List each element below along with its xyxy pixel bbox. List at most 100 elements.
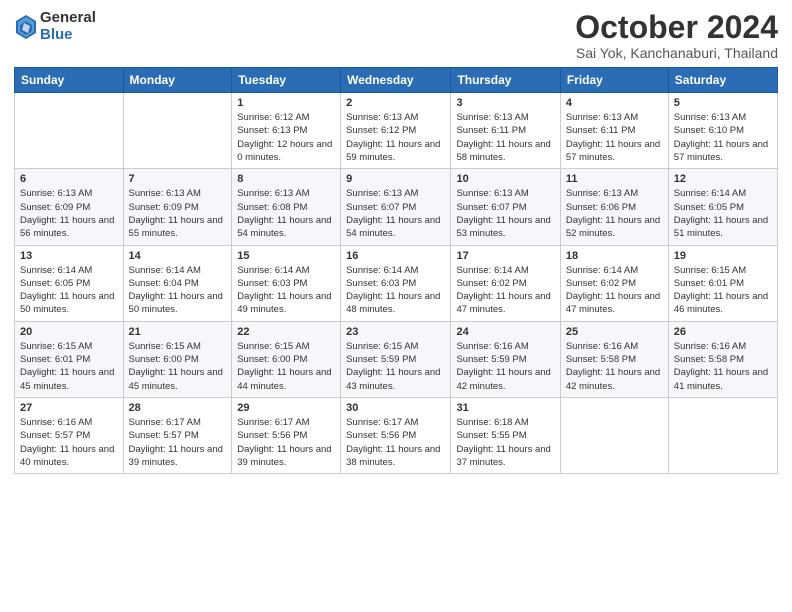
day-number: 7 <box>129 173 227 185</box>
day-info: Sunrise: 6:17 AMSunset: 5:56 PMDaylight:… <box>346 416 445 469</box>
weekday-header-row: Sunday Monday Tuesday Wednesday Thursday… <box>15 68 778 93</box>
day-number: 14 <box>129 250 227 262</box>
day-info: Sunrise: 6:13 AMSunset: 6:12 PMDaylight:… <box>346 111 445 164</box>
table-row: 6Sunrise: 6:13 AMSunset: 6:09 PMDaylight… <box>15 169 124 245</box>
table-row <box>560 397 668 473</box>
day-info: Sunrise: 6:15 AMSunset: 6:01 PMDaylight:… <box>20 340 118 393</box>
day-number: 2 <box>346 97 445 109</box>
logo-icon <box>14 13 38 41</box>
day-number: 3 <box>456 97 554 109</box>
table-row: 31Sunrise: 6:18 AMSunset: 5:55 PMDayligh… <box>451 397 560 473</box>
day-info: Sunrise: 6:13 AMSunset: 6:06 PMDaylight:… <box>566 187 663 240</box>
month-title: October 2024 <box>575 10 778 45</box>
table-row: 10 Sunrise: 6:13 AMSunset: 6:07 PMDayligh… <box>451 169 560 245</box>
day-number: 9 <box>346 173 445 185</box>
day-number: 22 <box>237 326 335 338</box>
logo-general: General <box>40 10 96 27</box>
day-number: 12 <box>674 173 772 185</box>
day-info: Sunrise: 6:13 AMSunset: 6:08 PMDaylight:… <box>237 187 335 240</box>
day-number: 30 <box>346 402 445 414</box>
day-info: Sunrise: 6:15 AMSunset: 6:00 PMDaylight:… <box>237 340 335 393</box>
day-info: Sunrise: 6:13 AMSunset: 6:11 PMDaylight:… <box>456 111 554 164</box>
col-wednesday: Wednesday <box>341 68 451 93</box>
day-number: 10 <box>456 173 554 185</box>
col-monday: Monday <box>123 68 232 93</box>
table-row: 27Sunrise: 6:16 AMSunset: 5:57 PMDayligh… <box>15 397 124 473</box>
table-row: 15 Sunrise: 6:14 AMSunset: 6:03 PMDayligh… <box>232 245 341 321</box>
table-row: 25 Sunrise: 6:16 AMSunset: 5:58 PMDayligh… <box>560 321 668 397</box>
day-number: 25 <box>566 326 663 338</box>
day-number: 18 <box>566 250 663 262</box>
table-row: 29Sunrise: 6:17 AMSunset: 5:56 PMDayligh… <box>232 397 341 473</box>
table-row: 24 Sunrise: 6:16 AMSunset: 5:59 PMDayligh… <box>451 321 560 397</box>
logo-blue: Blue <box>40 27 96 44</box>
table-row: 18 Sunrise: 6:14 AMSunset: 6:02 PMDayligh… <box>560 245 668 321</box>
day-info: Sunrise: 6:13 AMSunset: 6:07 PMDaylight:… <box>456 187 554 240</box>
table-row: 20 Sunrise: 6:15 AMSunset: 6:01 PMDayligh… <box>15 321 124 397</box>
day-number: 28 <box>129 402 227 414</box>
day-info: Sunrise: 6:17 AMSunset: 5:57 PMDaylight:… <box>129 416 227 469</box>
logo-text: General Blue <box>40 10 96 43</box>
day-info: Sunrise: 6:15 AMSunset: 6:00 PMDaylight:… <box>129 340 227 393</box>
calendar-table: Sunday Monday Tuesday Wednesday Thursday… <box>14 67 778 474</box>
day-info: Sunrise: 6:14 AMSunset: 6:02 PMDaylight:… <box>456 264 554 317</box>
day-info: Sunrise: 6:14 AMSunset: 6:02 PMDaylight:… <box>566 264 663 317</box>
table-row <box>15 93 124 169</box>
day-number: 4 <box>566 97 663 109</box>
day-info: Sunrise: 6:14 AMSunset: 6:04 PMDaylight:… <box>129 264 227 317</box>
table-row: 26 Sunrise: 6:16 AMSunset: 5:58 PMDayligh… <box>668 321 777 397</box>
day-number: 20 <box>20 326 118 338</box>
table-row <box>123 93 232 169</box>
table-row: 14 Sunrise: 6:14 AMSunset: 6:04 PMDayligh… <box>123 245 232 321</box>
table-row: 4 Sunrise: 6:13 AMSunset: 6:11 PMDaylight… <box>560 93 668 169</box>
table-row: 2 Sunrise: 6:13 AMSunset: 6:12 PMDaylight… <box>341 93 451 169</box>
day-info: Sunrise: 6:16 AMSunset: 5:58 PMDaylight:… <box>674 340 772 393</box>
day-info: Sunrise: 6:15 AMSunset: 5:59 PMDaylight:… <box>346 340 445 393</box>
day-number: 16 <box>346 250 445 262</box>
table-row: 13Sunrise: 6:14 AMSunset: 6:05 PMDayligh… <box>15 245 124 321</box>
day-info: Sunrise: 6:16 AMSunset: 5:58 PMDaylight:… <box>566 340 663 393</box>
page-header: General Blue October 2024 Sai Yok, Kanch… <box>14 10 778 61</box>
title-block: October 2024 Sai Yok, Kanchanaburi, Thai… <box>575 10 778 61</box>
day-number: 27 <box>20 402 118 414</box>
day-info: Sunrise: 6:13 AMSunset: 6:11 PMDaylight:… <box>566 111 663 164</box>
location: Sai Yok, Kanchanaburi, Thailand <box>575 45 778 61</box>
day-info: Sunrise: 6:17 AMSunset: 5:56 PMDaylight:… <box>237 416 335 469</box>
table-row: 19 Sunrise: 6:15 AMSunset: 6:01 PMDayligh… <box>668 245 777 321</box>
day-number: 15 <box>237 250 335 262</box>
day-info: Sunrise: 6:13 AMSunset: 6:10 PMDaylight:… <box>674 111 772 164</box>
day-number: 24 <box>456 326 554 338</box>
col-sunday: Sunday <box>15 68 124 93</box>
day-number: 5 <box>674 97 772 109</box>
table-row: 7 Sunrise: 6:13 AMSunset: 6:09 PMDaylight… <box>123 169 232 245</box>
col-saturday: Saturday <box>668 68 777 93</box>
day-info: Sunrise: 6:13 AMSunset: 6:07 PMDaylight:… <box>346 187 445 240</box>
day-info: Sunrise: 6:14 AMSunset: 6:03 PMDaylight:… <box>346 264 445 317</box>
col-tuesday: Tuesday <box>232 68 341 93</box>
table-row: 23 Sunrise: 6:15 AMSunset: 5:59 PMDayligh… <box>341 321 451 397</box>
day-number: 31 <box>456 402 554 414</box>
day-number: 6 <box>20 173 118 185</box>
table-row: 1 Sunrise: 6:12 AMSunset: 6:13 PMDaylight… <box>232 93 341 169</box>
table-row: 17Sunrise: 6:14 AMSunset: 6:02 PMDayligh… <box>451 245 560 321</box>
day-number: 26 <box>674 326 772 338</box>
table-row: 21 Sunrise: 6:15 AMSunset: 6:00 PMDayligh… <box>123 321 232 397</box>
day-number: 8 <box>237 173 335 185</box>
day-info: Sunrise: 6:15 AMSunset: 6:01 PMDaylight:… <box>674 264 772 317</box>
day-info: Sunrise: 6:12 AMSunset: 6:13 PMDaylight:… <box>237 111 335 164</box>
day-number: 21 <box>129 326 227 338</box>
table-row: 9 Sunrise: 6:13 AMSunset: 6:07 PMDaylight… <box>341 169 451 245</box>
table-row: 11 Sunrise: 6:13 AMSunset: 6:06 PMDayligh… <box>560 169 668 245</box>
col-thursday: Thursday <box>451 68 560 93</box>
day-number: 11 <box>566 173 663 185</box>
day-info: Sunrise: 6:14 AMSunset: 6:05 PMDaylight:… <box>20 264 118 317</box>
table-row: 3 Sunrise: 6:13 AMSunset: 6:11 PMDaylight… <box>451 93 560 169</box>
day-info: Sunrise: 6:13 AMSunset: 6:09 PMDaylight:… <box>129 187 227 240</box>
day-number: 19 <box>674 250 772 262</box>
day-number: 1 <box>237 97 335 109</box>
day-info: Sunrise: 6:14 AMSunset: 6:03 PMDaylight:… <box>237 264 335 317</box>
table-row: 12Sunrise: 6:14 AMSunset: 6:05 PMDayligh… <box>668 169 777 245</box>
day-number: 23 <box>346 326 445 338</box>
day-info: Sunrise: 6:16 AMSunset: 5:59 PMDaylight:… <box>456 340 554 393</box>
table-row <box>668 397 777 473</box>
